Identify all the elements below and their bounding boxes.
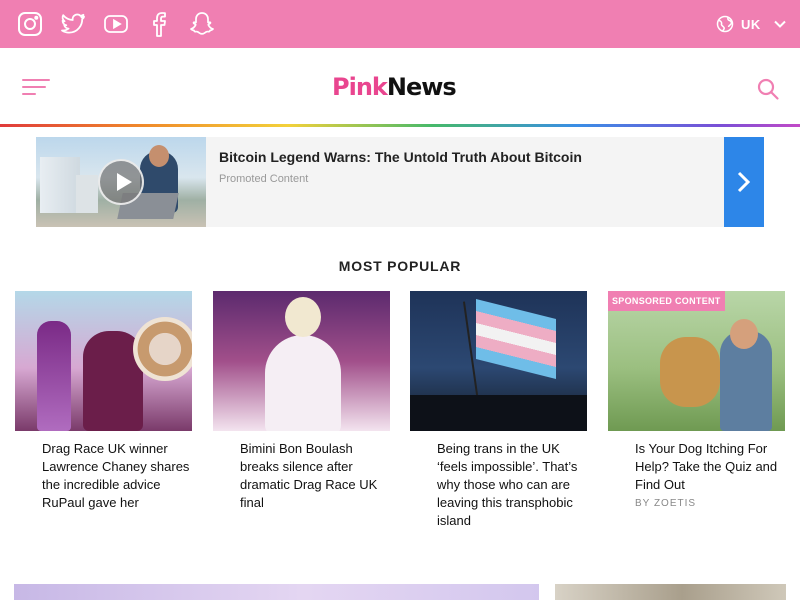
menu-icon[interactable]: [22, 78, 50, 96]
promo-thumbnail[interactable]: [36, 137, 206, 227]
facebook-icon[interactable]: [146, 11, 172, 37]
article-thumbnail[interactable]: SPONSORED CONTENT: [608, 291, 785, 431]
youtube-icon[interactable]: [103, 11, 129, 37]
sponsored-card[interactable]: SPONSORED CONTENT Is Your Dog Itching Fo…: [608, 291, 785, 509]
featured-image-peek[interactable]: [14, 584, 539, 600]
section-title-most-popular: MOST POPULAR: [338, 258, 462, 274]
article-thumbnail[interactable]: [15, 291, 192, 431]
search-icon[interactable]: [756, 77, 780, 101]
side-image-peek[interactable]: [555, 584, 786, 600]
site-logo[interactable]: PinkNews: [332, 70, 457, 104]
article-headline[interactable]: Bimini Bon Boulash breaks silence after …: [240, 440, 390, 512]
region-selector[interactable]: UK: [716, 13, 787, 35]
logo-news: News: [386, 73, 457, 101]
globe-icon: [716, 15, 734, 33]
sponsored-badge: SPONSORED CONTENT: [608, 291, 725, 311]
promo-next-button[interactable]: [724, 137, 764, 227]
article-thumbnail[interactable]: [410, 291, 587, 431]
site-header: PinkNews: [0, 48, 800, 125]
article-card[interactable]: Being trans in the UK ‘feels impossible’…: [410, 291, 587, 528]
article-headline[interactable]: Drag Race UK winner Lawrence Chaney shar…: [42, 440, 192, 512]
promoted-content-card[interactable]: Bitcoin Legend Warns: The Untold Truth A…: [36, 137, 764, 227]
promo-headline[interactable]: Bitcoin Legend Warns: The Untold Truth A…: [219, 149, 582, 165]
article-card[interactable]: Bimini Bon Boulash breaks silence after …: [213, 291, 390, 510]
article-thumbnail[interactable]: [213, 291, 390, 431]
chevron-down-icon: [774, 20, 786, 28]
social-bar: UK: [0, 0, 800, 48]
snapchat-icon[interactable]: [189, 11, 215, 37]
promo-label: Promoted Content: [219, 173, 309, 185]
region-label: UK: [741, 16, 761, 32]
rainbow-divider: [0, 124, 800, 127]
chevron-right-icon: [737, 171, 751, 193]
twitter-icon[interactable]: [60, 11, 86, 37]
logo-pink: Pink: [332, 73, 388, 101]
sponsor-byline: BY ZOETIS: [635, 498, 697, 509]
instagram-icon[interactable]: [17, 11, 43, 37]
play-icon[interactable]: [98, 159, 144, 205]
article-headline[interactable]: Being trans in the UK ‘feels impossible’…: [437, 440, 587, 530]
article-headline[interactable]: Is Your Dog Itching For Help? Take the Q…: [635, 440, 785, 494]
article-card[interactable]: Drag Race UK winner Lawrence Chaney shar…: [15, 291, 192, 510]
